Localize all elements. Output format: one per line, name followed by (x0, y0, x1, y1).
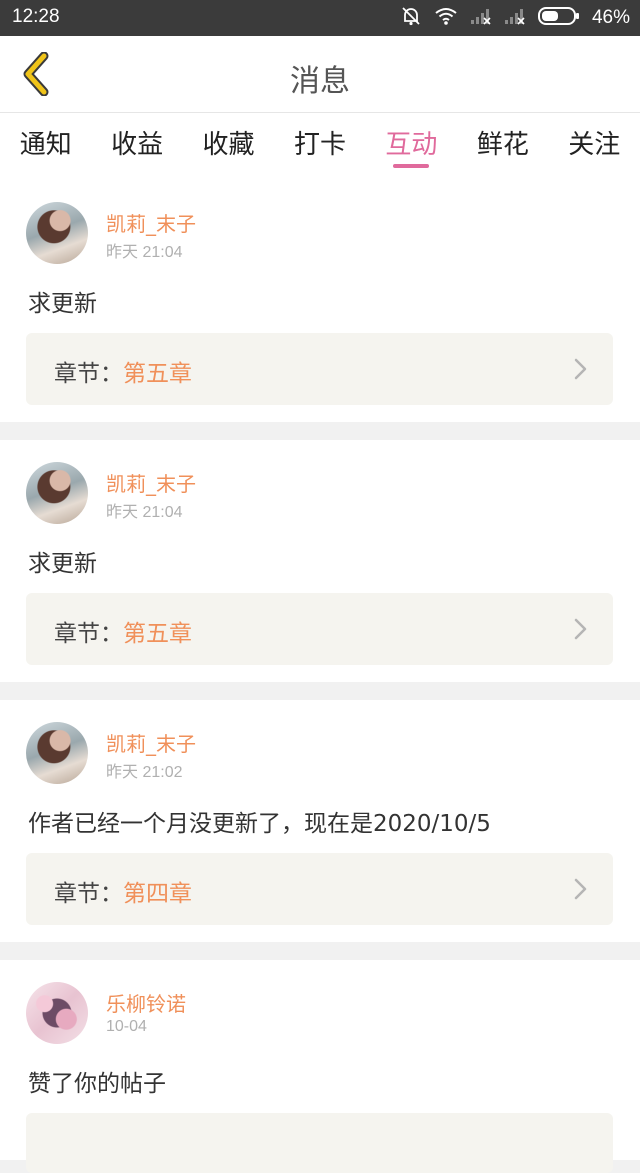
tab-following[interactable]: 关注 (549, 113, 640, 180)
tab-interaction[interactable]: 互动 (366, 113, 457, 180)
message-text: 作者已经一个月没更新了，现在是2020/10/5 (28, 811, 491, 837)
battery-percent: 46% (591, 7, 630, 28)
tab-flowers[interactable]: 鲜花 (457, 113, 548, 180)
tab-favorites[interactable]: 收藏 (183, 113, 274, 180)
signal-icon (470, 7, 492, 29)
message-text: 赞了你的帖子 (28, 1071, 166, 1097)
tab-bar: 通知 收益 收藏 打卡 互动 鲜花 关注 (0, 113, 640, 180)
tab-checkin[interactable]: 打卡 (274, 113, 365, 180)
chapter-link[interactable]: 章节：第四章 (26, 853, 613, 925)
username[interactable]: 乐柳铃诺 (106, 988, 186, 1017)
status-icons: 46% (400, 6, 630, 30)
status-bar: 12:28 46% (0, 0, 640, 36)
message-text: 求更新 (28, 551, 97, 577)
list-item: 凯莉_末子 昨天 21:04 求更新 章节：第五章 (0, 440, 640, 682)
timestamp: 10-04 (106, 1018, 147, 1035)
battery-icon (537, 6, 580, 30)
chapter-label: 章节 (54, 881, 100, 907)
chapter-separator: ： (100, 881, 123, 907)
timestamp: 昨天 21:04 (106, 244, 183, 261)
chapter-separator: ： (100, 361, 123, 387)
list-item: 乐柳铃诺 10-04 赞了你的帖子 (0, 960, 640, 1173)
avatar[interactable] (26, 982, 88, 1044)
list-item: 凯莉_末子 昨天 21:02 作者已经一个月没更新了，现在是2020/10/5 … (0, 700, 640, 942)
mute-bell-icon (400, 5, 422, 31)
chapter-value: 第四章 (123, 881, 192, 907)
chevron-right-icon (574, 618, 587, 640)
chapter-value: 第五章 (123, 621, 192, 647)
post-link[interactable] (26, 1113, 613, 1173)
list-item: 凯莉_末子 昨天 21:04 求更新 章节：第五章 (0, 180, 640, 422)
chapter-separator: ： (100, 621, 123, 647)
avatar[interactable] (26, 202, 88, 264)
signal-icon (504, 7, 526, 29)
username[interactable]: 凯莉_末子 (106, 468, 196, 497)
page-title: 消息 (290, 64, 350, 99)
username[interactable]: 凯莉_末子 (106, 728, 196, 757)
chapter-link[interactable]: 章节：第五章 (26, 333, 613, 405)
status-time: 12:28 (12, 6, 60, 27)
message-list: 凯莉_末子 昨天 21:04 求更新 章节：第五章 凯莉_末子 昨天 21:04… (0, 180, 640, 1173)
chevron-right-icon (574, 358, 587, 380)
wifi-icon (434, 6, 458, 30)
header: 消息 (0, 36, 640, 113)
chapter-label: 章节 (54, 621, 100, 647)
chapter-value: 第五章 (123, 361, 192, 387)
avatar[interactable] (26, 462, 88, 524)
tab-notifications[interactable]: 通知 (0, 113, 91, 180)
chapter-label: 章节 (54, 361, 100, 387)
chapter-link[interactable]: 章节：第五章 (26, 593, 613, 665)
chevron-right-icon (574, 878, 587, 900)
timestamp: 昨天 21:02 (106, 764, 183, 781)
active-tab-indicator (393, 164, 430, 168)
message-text: 求更新 (28, 291, 97, 317)
username[interactable]: 凯莉_末子 (106, 208, 196, 237)
avatar[interactable] (26, 722, 88, 784)
tab-earnings[interactable]: 收益 (91, 113, 182, 180)
timestamp: 昨天 21:04 (106, 504, 183, 521)
